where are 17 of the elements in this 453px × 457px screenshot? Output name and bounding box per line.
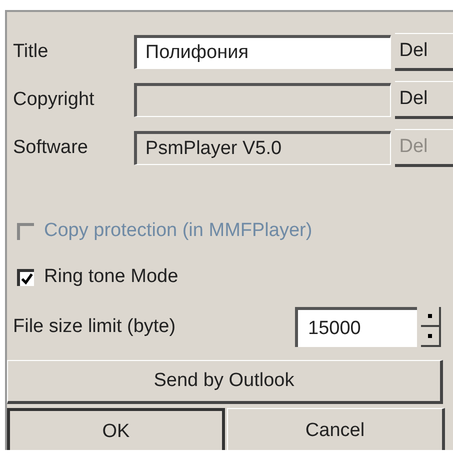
file-size-label: File size limit (byte) <box>13 316 177 338</box>
delete-button[interactable]: Del <box>395 81 453 119</box>
checkbox[interactable] <box>17 268 34 286</box>
text-field[interactable] <box>134 83 392 117</box>
number-field[interactable]: 15000 <box>295 307 417 347</box>
text-field[interactable]: PsmPlayer V5.0 <box>134 131 392 165</box>
cancel-button[interactable]: Cancel <box>227 408 445 450</box>
field-label: Software <box>13 137 89 159</box>
checkbox-label: Ring tone Mode <box>44 266 178 288</box>
field-label: Title <box>13 41 50 63</box>
delete-button[interactable]: Del <box>395 33 453 71</box>
send-button[interactable]: Send by Outlook <box>7 360 443 404</box>
checkbox-label: Copy protection (in MMFPlayer) <box>44 220 312 242</box>
text-field[interactable]: Полифония <box>134 35 392 69</box>
spin-down-button[interactable] <box>421 327 441 347</box>
field-label: Copyright <box>13 89 96 111</box>
ok-button[interactable]: OK <box>7 408 225 450</box>
